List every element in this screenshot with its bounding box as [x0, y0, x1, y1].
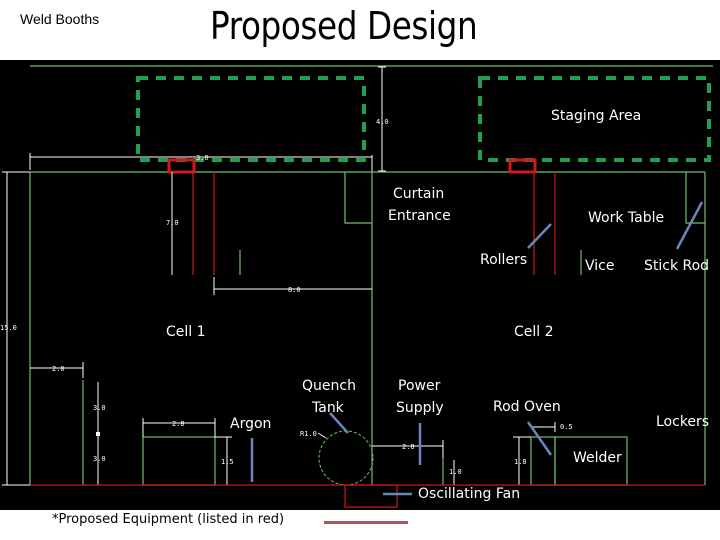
floor-plan-canvas: 4.0 3.0 7.0 8.0 15.0 2.0 3.0 3.0 2.8 1.5… [0, 60, 720, 510]
tank-radius-leader [317, 432, 327, 439]
label-curtain-entrance-line1: Curtain [393, 186, 445, 202]
proposed-legend-line [324, 521, 408, 524]
subtitle: Weld Booths [20, 11, 100, 27]
page-title: Proposed Design [210, 4, 478, 48]
label-power-supply-line2: Supply [396, 400, 444, 416]
dim-table-height: 1.5 [221, 458, 234, 466]
proposed-equipment-note: *Proposed Equipment (listed in red) [52, 512, 285, 527]
floor-plan-drawing: 4.0 3.0 7.0 8.0 15.0 2.0 3.0 3.0 2.8 1.5… [0, 65, 713, 508]
dim-cell-width: 8.0 [288, 286, 301, 294]
label-cell-2: Cell 2 [514, 324, 554, 340]
argon-table [142, 436, 216, 486]
rollers-arrow [527, 223, 552, 249]
label-work-table: Work Table [588, 210, 665, 226]
dim-table-width: 2.8 [172, 420, 185, 428]
label-power-supply-line1: Power [398, 378, 441, 394]
label-oscillating-fan: Oscillating Fan [418, 486, 521, 502]
dim-roller-gap: 3.0 [196, 154, 209, 162]
booth-vertical-dim-mid [96, 432, 100, 436]
dim-roller-height: 7.0 [166, 219, 179, 227]
label-staging-area: Staging Area [551, 108, 642, 124]
label-cell-1: Cell 1 [166, 324, 206, 340]
dim-tank-radius: R1.0 [300, 430, 317, 438]
label-curtain-entrance-line2: Entrance [388, 208, 451, 224]
dim-staging-height: 4.0 [376, 118, 389, 126]
stick-rod-arrow [675, 201, 704, 250]
label-rod-oven: Rod Oven [493, 399, 561, 415]
annotation-arrows [250, 201, 704, 496]
dim-room-height: 15.0 [0, 324, 17, 332]
label-welder: Welder [573, 450, 622, 466]
staging-area-left [136, 76, 366, 162]
dim-oven-height: 1.8 [514, 458, 527, 466]
curtain-entrance-outline [344, 172, 372, 224]
dim-oven-width: 0.5 [560, 423, 573, 431]
label-quench-tank-line2: Tank [312, 400, 344, 416]
oscillating-fan-box [344, 484, 398, 508]
dim-lower-vertical: 3.0 [93, 455, 106, 463]
label-rollers: Rollers [480, 252, 528, 268]
label-vice: Vice [585, 258, 615, 274]
label-lockers: Lockers [656, 414, 710, 430]
dim-upper-vertical: 3.0 [93, 404, 106, 412]
label-quench-tank-line1: Quench [302, 378, 356, 394]
label-argon: Argon [230, 416, 272, 432]
dim-power-offset: 2.8 [402, 443, 415, 451]
dim-power-height: 1.0 [449, 468, 462, 476]
label-stick-rod: Stick Rod [644, 258, 710, 274]
dim-booth-offset: 2.0 [52, 365, 65, 373]
quench-tank-circle [318, 430, 374, 486]
